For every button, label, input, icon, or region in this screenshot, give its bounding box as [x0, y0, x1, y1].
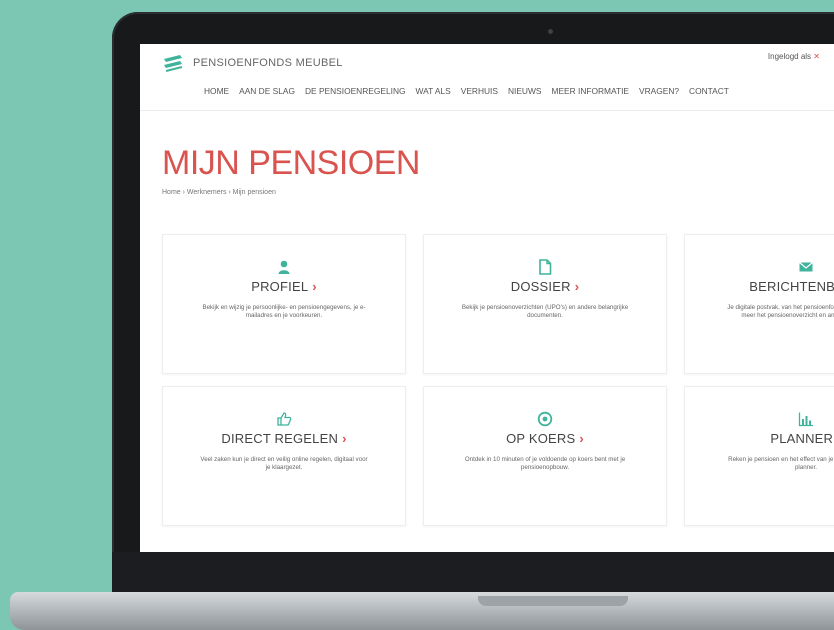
card-description: Ontdek in 10 minuten of je voldoende op … — [464, 456, 626, 472]
logout-icon[interactable]: ✕ — [813, 52, 820, 61]
target-icon — [537, 411, 553, 427]
header-divider — [140, 110, 834, 111]
envelope-icon — [799, 262, 813, 272]
document-icon — [539, 259, 552, 275]
chevron-right-icon: › — [574, 279, 580, 294]
logged-in-label: Ingelogd als — [767, 52, 812, 61]
nav-meer-informatie[interactable]: MEER INFORMATIE — [551, 86, 629, 96]
nav-wat-als[interactable]: WAT ALS — [416, 86, 451, 96]
card-profiel[interactable]: PROFIEL › Bekijk en wijzig je persoonlijk… — [162, 234, 406, 374]
card-title: PROFIEL › — [251, 279, 317, 294]
main-navigation: HOME AAN DE SLAG DE PENSIOENREGELING WAT… — [204, 86, 729, 96]
nav-nieuws[interactable]: NIEUWS — [508, 86, 542, 96]
browser-screen: PENSIOENFONDS MEUBEL Ingelogd als ✕ HOME… — [140, 44, 834, 552]
card-description: Bekijk en wijzig je persoonlijke- en pen… — [202, 304, 366, 320]
nav-pensioenregeling[interactable]: DE PENSIOENREGELING — [305, 86, 406, 96]
card-berichtenbox[interactable]: BERICHTENBOX› Je digitale postvak, van h… — [684, 234, 834, 374]
chevron-right-icon: › — [342, 431, 347, 446]
card-planner[interactable]: PLANNER› Reken je pensioen en het effect… — [684, 386, 834, 526]
card-description: Bekijk je pensioenoverzichten (UPO's) en… — [461, 304, 629, 320]
chevron-right-icon: › — [579, 431, 584, 446]
chevron-right-icon: › — [312, 279, 317, 294]
laptop-chin — [112, 552, 834, 596]
card-description: Reken je pensioen en het effect van je k… — [728, 456, 834, 472]
card-title: DOSSIER › — [510, 279, 580, 294]
chart-icon — [798, 412, 813, 427]
nav-aan-de-slag[interactable]: AAN DE SLAG — [239, 86, 295, 96]
breadcrumb[interactable]: Home › Werknemers › Mijn pensioen — [162, 189, 276, 196]
site-logo[interactable]: PENSIOENFONDS MEUBEL — [162, 54, 343, 72]
user-icon — [278, 260, 290, 274]
logo-icon — [164, 55, 183, 72]
logo-text: PENSIOENFONDS MEUBEL — [193, 57, 343, 69]
card-title: BERICHTENBOX› — [749, 279, 834, 294]
nav-verhuis[interactable]: VERHUIS — [461, 86, 498, 96]
card-title: DIRECT REGELEN › — [221, 431, 347, 446]
nav-contact[interactable]: CONTACT — [689, 86, 729, 96]
card-op-koers[interactable]: OP KOERS › Ontdek in 10 minuten of je vol… — [423, 386, 667, 526]
thumbs-up-icon — [277, 412, 292, 426]
laptop-notch — [478, 596, 628, 606]
card-dossier[interactable]: DOSSIER › Bekijk je pensioenoverzichten (… — [423, 234, 667, 374]
page-title: MIJN PENSIOEN — [162, 144, 420, 182]
card-direct-regelen[interactable]: DIRECT REGELEN › Veel zaken kun je direct… — [162, 386, 406, 526]
card-description: Veel zaken kun je direct en veilig onlin… — [200, 456, 368, 472]
nav-home[interactable]: HOME — [204, 86, 229, 96]
logged-in-status[interactable]: Ingelogd als ✕ — [768, 52, 820, 61]
webcam — [548, 29, 553, 34]
card-description: Je digitale postvak, van het pensioenfon… — [727, 304, 834, 320]
card-title: PLANNER› — [770, 431, 834, 446]
card-title: OP KOERS › — [506, 431, 584, 446]
nav-vragen[interactable]: VRAGEN? — [639, 86, 679, 96]
laptop-base — [10, 592, 834, 630]
